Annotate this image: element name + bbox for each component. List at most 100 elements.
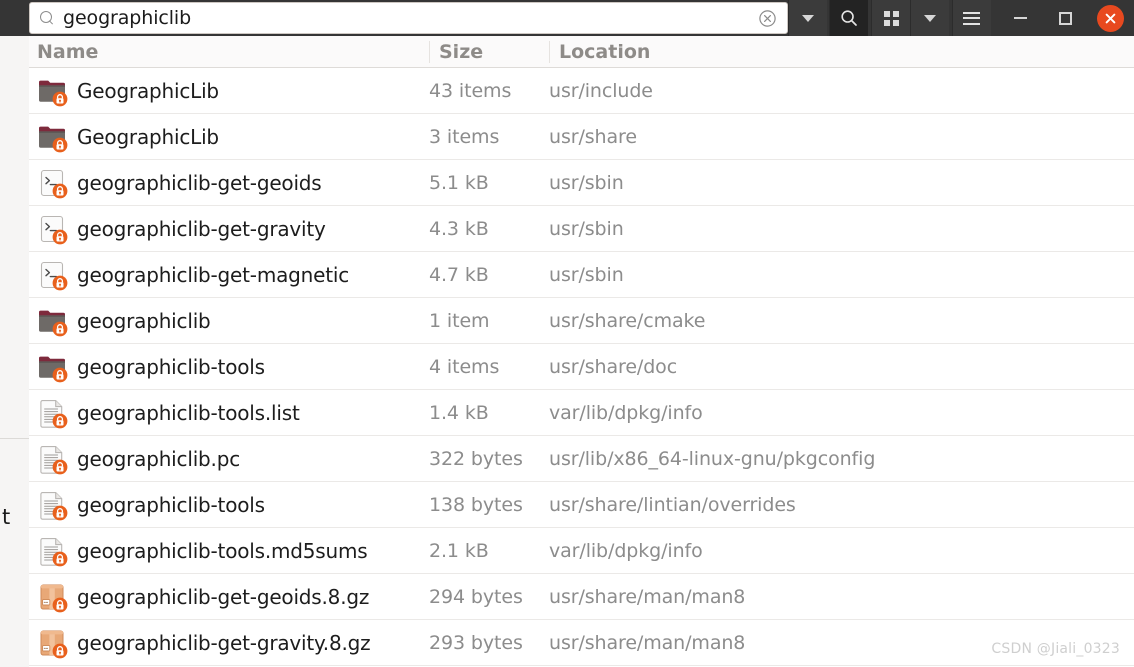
file-type-icon <box>37 398 68 428</box>
chevron-down-icon <box>923 14 936 22</box>
table-row[interactable]: geographiclib.pc 322 bytes usr/lib/x86_6… <box>29 436 1134 482</box>
file-name-cell: GeographicLib <box>37 76 429 106</box>
file-name-label: GeographicLib <box>77 124 219 149</box>
file-name-cell: geographiclib-get-magnetic <box>37 260 429 290</box>
file-type-icon <box>37 76 68 106</box>
grid-view-button[interactable] <box>871 0 910 36</box>
table-row[interactable]: geographiclib-get-geoids 5.1 kB usr/sbin <box>29 160 1134 206</box>
table-row[interactable]: geographiclib-get-gravity.8.gz 293 bytes… <box>29 620 1134 666</box>
close-icon <box>1097 4 1125 32</box>
table-row[interactable]: geographiclib-tools.md5sums 2.1 kB var/l… <box>29 528 1134 574</box>
window-header-bar: geographiclib <box>0 0 1134 36</box>
file-location-label: var/lib/dpkg/info <box>549 539 703 562</box>
file-size-label: 1 item <box>429 309 490 332</box>
lock-badge-icon <box>52 275 68 290</box>
lock-badge-icon <box>52 321 68 336</box>
search-options-dropdown-button[interactable] <box>787 0 827 36</box>
file-name-cell: geographiclib.pc <box>37 444 429 474</box>
search-icon <box>40 10 55 26</box>
lock-badge-icon <box>52 505 68 520</box>
lock-badge-icon <box>52 551 68 566</box>
file-type-icon <box>37 122 68 152</box>
search-toggle-button[interactable] <box>829 0 869 36</box>
file-name-label: geographiclib-get-gravity <box>77 216 326 241</box>
clear-icon[interactable] <box>757 7 779 29</box>
background-window-divider <box>0 438 29 439</box>
file-type-icon <box>37 168 68 198</box>
file-name-cell: geographiclib-get-gravity.8.gz <box>37 628 429 658</box>
file-name-cell: geographiclib-tools <box>37 352 429 382</box>
file-name-label: geographiclib-get-geoids.8.gz <box>77 584 370 609</box>
background-window-partial-text: t <box>2 505 11 529</box>
file-type-icon <box>37 582 68 612</box>
file-location-label: usr/include <box>549 79 653 102</box>
minimize-button[interactable] <box>998 0 1043 36</box>
file-name-cell: GeographicLib <box>37 122 429 152</box>
lock-badge-icon <box>52 597 68 612</box>
column-header-size[interactable]: Size <box>429 40 549 63</box>
search-results-list[interactable]: Name Size Location GeographicLib 43 item… <box>29 36 1134 667</box>
file-name-cell: geographiclib-get-geoids <box>37 168 429 198</box>
file-size-label: 2.1 kB <box>429 539 489 562</box>
lock-badge-icon <box>52 459 68 474</box>
search-input-value: geographiclib <box>63 8 192 28</box>
lock-badge-icon <box>52 91 68 106</box>
file-name-cell: geographiclib-tools.md5sums <box>37 536 429 566</box>
main-menu-button[interactable] <box>951 0 991 36</box>
file-location-label: var/lib/dpkg/info <box>549 401 703 424</box>
table-row[interactable]: GeographicLib 3 items usr/share <box>29 114 1134 160</box>
view-options-dropdown-button[interactable] <box>909 0 949 36</box>
lock-badge-icon <box>52 413 68 428</box>
background-window-fragment: t <box>0 0 29 667</box>
maximize-button[interactable] <box>1043 0 1088 36</box>
file-name-cell: geographiclib-tools <box>37 490 429 520</box>
table-row[interactable]: geographiclib-tools 138 bytes usr/share/… <box>29 482 1134 528</box>
file-location-label: usr/share/doc <box>549 355 678 378</box>
file-location-label: usr/sbin <box>549 217 624 240</box>
file-type-icon <box>37 352 68 382</box>
toolbar-spacer-4 <box>991 0 999 36</box>
file-size-label: 322 bytes <box>429 447 523 470</box>
file-name-cell: geographiclib <box>37 306 429 336</box>
column-header-location[interactable]: Location <box>549 40 1134 63</box>
file-type-icon <box>37 444 68 474</box>
file-name-label: geographiclib-tools <box>77 354 265 379</box>
chevron-down-icon <box>801 14 814 22</box>
file-size-label: 5.1 kB <box>429 171 489 194</box>
search-input[interactable]: geographiclib <box>29 2 788 34</box>
file-location-label: usr/sbin <box>549 263 624 286</box>
lock-badge-icon <box>52 137 68 152</box>
minimize-icon <box>1014 17 1028 19</box>
file-size-label: 43 items <box>429 79 512 102</box>
table-row[interactable]: geographiclib-get-gravity 4.3 kB usr/sbi… <box>29 206 1134 252</box>
hamburger-menu-icon <box>963 11 981 25</box>
table-row[interactable]: geographiclib-tools.list 1.4 kB var/lib/… <box>29 390 1134 436</box>
file-size-label: 3 items <box>429 125 500 148</box>
file-name-label: geographiclib-tools.list <box>77 400 300 425</box>
file-type-icon <box>37 260 68 290</box>
file-name-label: geographiclib-tools.md5sums <box>77 538 368 563</box>
search-icon <box>841 10 858 26</box>
grid-view-icon <box>883 10 899 26</box>
table-row[interactable]: geographiclib-tools 4 items usr/share/do… <box>29 344 1134 390</box>
file-size-label: 4 items <box>429 355 500 378</box>
file-location-label: usr/share/cmake <box>549 309 706 332</box>
file-type-icon <box>37 490 68 520</box>
table-row[interactable]: geographiclib-get-magnetic 4.7 kB usr/sb… <box>29 252 1134 298</box>
file-size-label: 293 bytes <box>429 631 523 654</box>
file-size-label: 138 bytes <box>429 493 523 516</box>
lock-badge-icon <box>52 229 68 244</box>
file-location-label: usr/share <box>549 125 637 148</box>
table-row[interactable]: geographiclib-get-geoids.8.gz 294 bytes … <box>29 574 1134 620</box>
lock-badge-icon <box>52 643 68 658</box>
file-name-label: GeographicLib <box>77 78 219 103</box>
file-location-label: usr/lib/x86_64-linux-gnu/pkgconfig <box>549 447 876 470</box>
table-row[interactable]: GeographicLib 43 items usr/include <box>29 68 1134 114</box>
file-name-label: geographiclib.pc <box>77 446 240 471</box>
column-header-name[interactable]: Name <box>37 41 429 63</box>
file-type-icon <box>37 306 68 336</box>
close-button[interactable] <box>1087 0 1134 36</box>
file-type-icon <box>37 214 68 244</box>
table-row[interactable]: geographiclib 1 item usr/share/cmake <box>29 298 1134 344</box>
file-size-label: 4.7 kB <box>429 263 489 286</box>
